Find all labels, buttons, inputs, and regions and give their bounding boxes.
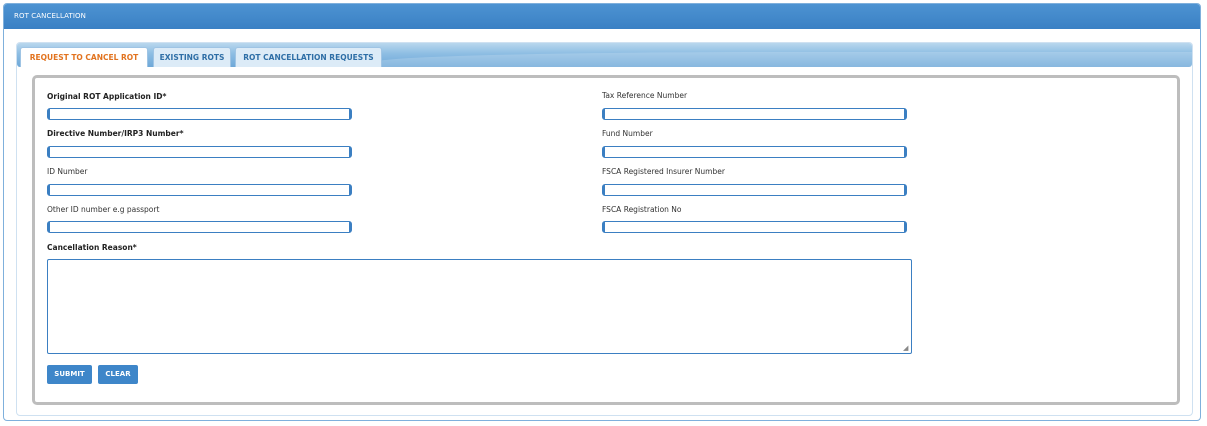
- tab-request-to-cancel-rot[interactable]: REQUEST TO CANCEL ROT: [20, 47, 148, 67]
- cancellation-reason-label: Cancellation Reason*: [47, 243, 137, 252]
- tab-rot-cancellation-requests[interactable]: ROT CANCELLATION REQUESTS: [235, 47, 382, 67]
- original-rot-application-id-label: Original ROT Application ID*: [47, 92, 167, 101]
- clear-button[interactable]: CLEAR: [98, 365, 138, 384]
- id-number-label: ID Number: [47, 167, 88, 176]
- rot-cancellation-panel: ROT CANCELLATION REQUEST TO CANCEL ROT E…: [3, 3, 1201, 421]
- fsca-registration-no-input[interactable]: [602, 221, 907, 233]
- tab-existing-rots[interactable]: EXISTING ROTS: [153, 47, 231, 67]
- request-form: Original ROT Application ID* Directive N…: [32, 75, 1180, 405]
- panel-title: ROT CANCELLATION: [4, 4, 1200, 29]
- resize-handle-icon[interactable]: ◢: [903, 345, 910, 352]
- directive-number-label: Directive Number/IRP3 Number*: [47, 129, 184, 138]
- tab-bar: REQUEST TO CANCEL ROT EXISTING ROTS ROT …: [17, 43, 1192, 67]
- other-id-number-input[interactable]: [47, 221, 352, 233]
- directive-number-input[interactable]: [47, 146, 352, 158]
- other-id-number-label: Other ID number e.g passport: [47, 205, 160, 214]
- fund-number-input[interactable]: [602, 146, 907, 158]
- fund-number-label: Fund Number: [602, 129, 653, 138]
- tax-reference-number-label: Tax Reference Number: [602, 91, 688, 100]
- tabs-container: REQUEST TO CANCEL ROT EXISTING ROTS ROT …: [16, 42, 1193, 416]
- cancellation-reason-textarea[interactable]: ◢: [47, 259, 912, 354]
- fsca-registration-no-label: FSCA Registration No: [602, 205, 682, 214]
- fsca-registered-insurer-number-label: FSCA Registered Insurer Number: [602, 167, 725, 176]
- tax-reference-number-input[interactable]: [602, 108, 907, 120]
- fsca-registered-insurer-number-input[interactable]: [602, 184, 907, 196]
- id-number-input[interactable]: [47, 184, 352, 196]
- original-rot-application-id-input[interactable]: [47, 108, 352, 120]
- submit-button[interactable]: SUBMIT: [47, 365, 92, 384]
